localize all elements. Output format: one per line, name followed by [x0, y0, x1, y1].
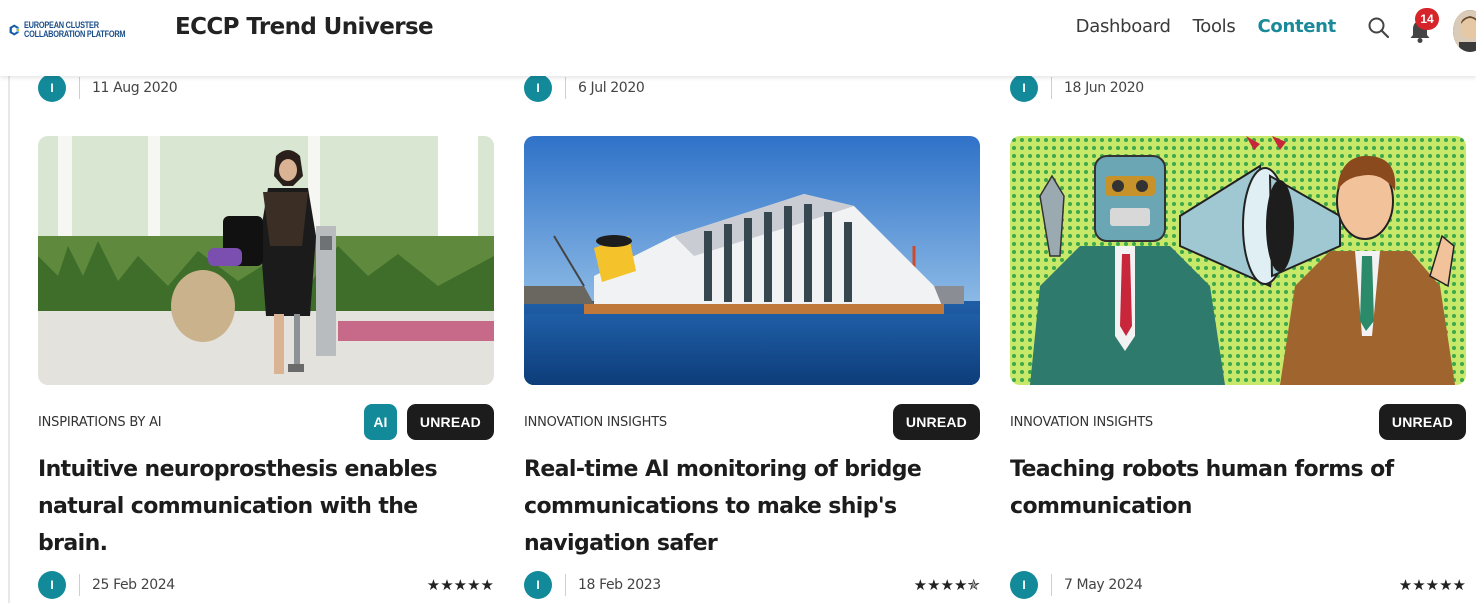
main-nav: Dashboard Tools Content: [1076, 16, 1337, 37]
card-image-illustration: [38, 136, 494, 385]
logo-text: EUROPEAN CLUSTER COLLABORATION PLATFORM: [24, 21, 126, 39]
author-avatar[interactable]: I: [38, 74, 66, 102]
nav-tools[interactable]: Tools: [1193, 16, 1236, 37]
publish-date: 7 May 2024: [1064, 577, 1143, 593]
app-title[interactable]: ECCP Trend Universe: [175, 14, 434, 40]
card-image[interactable]: [524, 136, 980, 385]
meta-divider: [79, 77, 80, 99]
author-avatar[interactable]: I: [524, 571, 552, 599]
badge-group: UNREAD: [892, 404, 980, 440]
card-title[interactable]: Teaching robots human forms of communica…: [1010, 451, 1450, 525]
card-tag-row: INNOVATION INSIGHTS UNREAD: [524, 404, 980, 440]
meta-divider: [1051, 574, 1052, 596]
card-image[interactable]: [1010, 136, 1466, 385]
user-avatar-photo: [1453, 10, 1476, 52]
star-rating[interactable]: ★★★★★: [1399, 576, 1466, 594]
unread-badge: UNREAD: [406, 404, 494, 440]
card-image[interactable]: [38, 136, 494, 385]
card-meta: I 18 Feb 2023 ★★★★✯: [524, 570, 980, 600]
badge-group: UNREAD: [1378, 404, 1466, 440]
eccp-logo[interactable]: EUROPEAN CLUSTER COLLABORATION PLATFORM: [8, 14, 148, 46]
previous-card-meta: I 18 Jun 2020: [1010, 73, 1466, 103]
meta-divider: [79, 574, 80, 596]
publish-date: 18 Jun 2020: [1064, 80, 1144, 96]
card-title[interactable]: Intuitive neuroprosthesis enables natura…: [38, 451, 478, 562]
left-rail-divider: [8, 76, 10, 603]
author-avatar[interactable]: I: [1010, 74, 1038, 102]
author-avatar[interactable]: I: [524, 74, 552, 102]
publish-date: 6 Jul 2020: [578, 80, 645, 96]
category-label[interactable]: INNOVATION INSIGHTS: [524, 415, 667, 430]
user-avatar[interactable]: [1453, 10, 1476, 52]
nav-content[interactable]: Content: [1257, 16, 1336, 37]
ai-badge: AI: [363, 404, 397, 440]
card-tag-row: INNOVATION INSIGHTS UNREAD: [1010, 404, 1466, 440]
category-label[interactable]: INNOVATION INSIGHTS: [1010, 415, 1153, 430]
logo-text-line2: COLLABORATION PLATFORM: [24, 29, 126, 39]
previous-card-meta: I 6 Jul 2020: [524, 73, 980, 103]
star-rating[interactable]: ★★★★✯: [914, 576, 980, 594]
card-meta: I 25 Feb 2024 ★★★★★: [38, 570, 494, 600]
unread-badge: UNREAD: [1378, 404, 1466, 440]
badge-group: AI UNREAD: [363, 404, 494, 440]
notification-count-badge[interactable]: 14: [1415, 8, 1439, 30]
card-meta: I 7 May 2024 ★★★★★: [1010, 570, 1466, 600]
meta-divider: [1051, 77, 1052, 99]
publish-date: 11 Aug 2020: [92, 80, 178, 96]
card-title[interactable]: Real-time AI monitoring of bridge commun…: [524, 451, 964, 562]
category-label[interactable]: INSPIRATIONS BY AI: [38, 415, 162, 430]
meta-divider: [565, 77, 566, 99]
star-rating[interactable]: ★★★★★: [427, 576, 494, 594]
top-header: EUROPEAN CLUSTER COLLABORATION PLATFORM …: [0, 0, 1476, 76]
logo-mark-icon: [9, 24, 20, 36]
card-image-illustration: [524, 136, 980, 385]
card-tag-row: INSPIRATIONS BY AI AI UNREAD: [38, 404, 494, 440]
publish-date: 18 Feb 2023: [578, 577, 661, 593]
author-avatar[interactable]: I: [38, 571, 66, 599]
search-icon[interactable]: [1366, 15, 1392, 41]
author-avatar[interactable]: I: [1010, 571, 1038, 599]
previous-card-meta: I 11 Aug 2020: [38, 73, 494, 103]
nav-dashboard[interactable]: Dashboard: [1076, 16, 1171, 37]
meta-divider: [565, 574, 566, 596]
unread-badge: UNREAD: [892, 404, 980, 440]
card-image-illustration: [1010, 136, 1466, 385]
publish-date: 25 Feb 2024: [92, 577, 175, 593]
